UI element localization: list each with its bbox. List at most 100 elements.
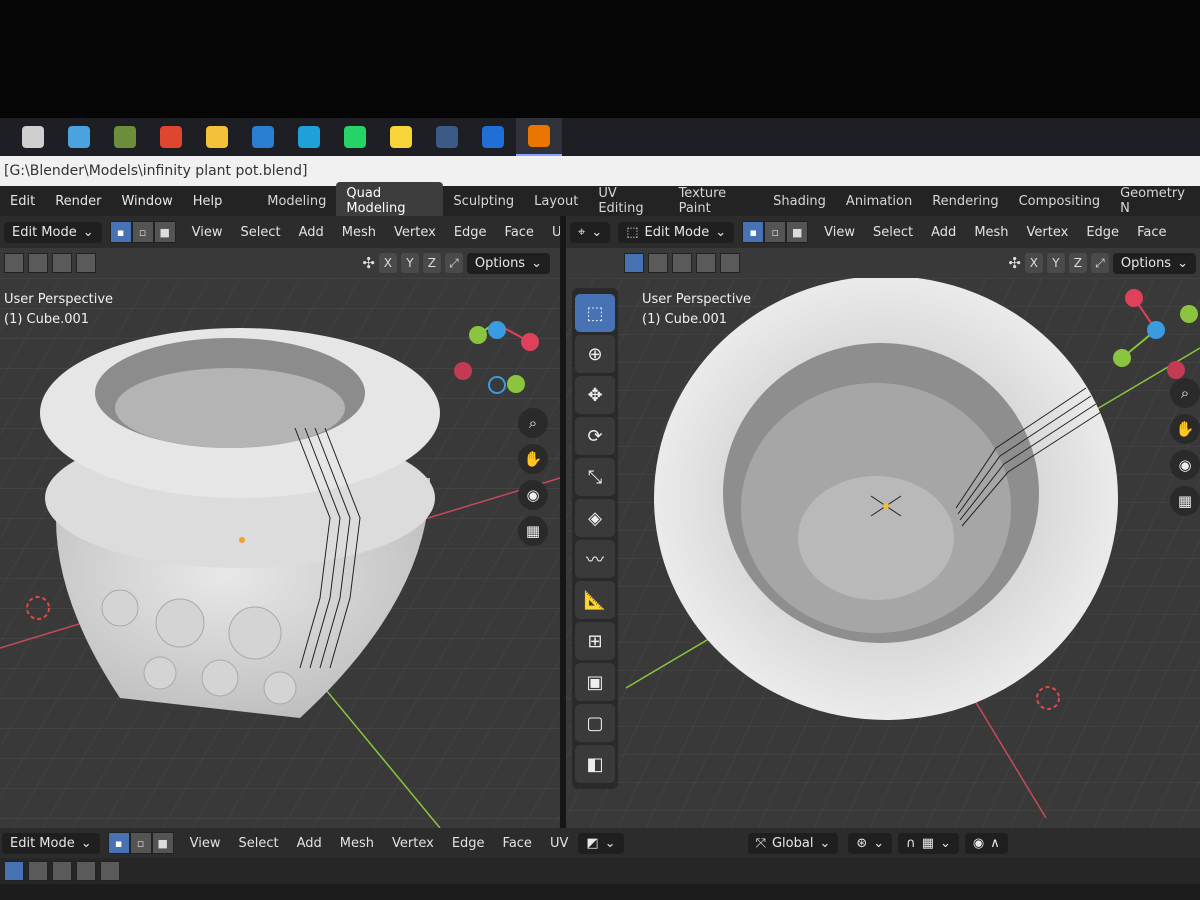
menu-window[interactable]: Window bbox=[111, 194, 182, 209]
right-menu-view[interactable]: View bbox=[816, 225, 863, 240]
tab-animation[interactable]: Animation bbox=[836, 190, 922, 213]
select-subtract-icon[interactable] bbox=[52, 861, 72, 881]
left-menu-uv[interactable]: U bbox=[544, 225, 560, 240]
mirror-z-button[interactable]: Z bbox=[422, 253, 441, 273]
select-intersect-icon[interactable] bbox=[720, 253, 740, 273]
edge-icon[interactable] bbox=[286, 118, 332, 156]
tab-texture-paint[interactable]: Texture Paint bbox=[669, 182, 764, 220]
computer-icon[interactable] bbox=[56, 118, 102, 156]
right-menu-vertex[interactable]: Vertex bbox=[1019, 225, 1077, 240]
task-view-icon[interactable] bbox=[10, 118, 56, 156]
mirror-z-button[interactable]: Z bbox=[1068, 253, 1087, 273]
face-select-icon[interactable]: ■ bbox=[151, 832, 174, 854]
tab-quad-modeling[interactable]: Quad Modeling bbox=[336, 182, 444, 220]
select-extend-icon[interactable] bbox=[28, 861, 48, 881]
select-extend-icon[interactable] bbox=[28, 253, 48, 273]
camera-icon[interactable]: ◉ bbox=[1170, 450, 1200, 480]
tab-rendering[interactable]: Rendering bbox=[922, 190, 1008, 213]
right-options-dropdown[interactable]: Options ⌄ bbox=[1112, 252, 1196, 274]
bottom-menu-view[interactable]: View bbox=[182, 836, 229, 851]
zoom-icon[interactable]: ⌕ bbox=[518, 408, 548, 438]
snap-dropdown[interactable]: ∩ ▦ ⌄ bbox=[898, 832, 959, 854]
select-new-icon[interactable] bbox=[624, 253, 644, 273]
mail-icon[interactable] bbox=[240, 118, 286, 156]
bottom-menu-mesh[interactable]: Mesh bbox=[332, 836, 382, 851]
right-menu-edge[interactable]: Edge bbox=[1078, 225, 1127, 240]
zoom-icon[interactable]: ⌕ bbox=[1170, 378, 1200, 408]
inset-icon[interactable]: ▢ bbox=[575, 704, 615, 742]
add-cube-icon[interactable]: ⊞ bbox=[575, 622, 615, 660]
proportional-edit-dropdown[interactable]: ◉ ∧ bbox=[964, 832, 1008, 854]
bottom-menu-uv[interactable]: UV bbox=[542, 836, 576, 851]
measure-icon[interactable]: 📐 bbox=[575, 581, 615, 619]
left-menu-select[interactable]: Select bbox=[233, 225, 289, 240]
auto-merge-icon[interactable]: ⤢ bbox=[444, 253, 463, 273]
mirror-icon[interactable]: ✣ bbox=[362, 254, 375, 272]
select-extend-icon[interactable] bbox=[648, 253, 668, 273]
select-intersect-icon[interactable] bbox=[100, 861, 120, 881]
edge-select-icon[interactable]: ▫ bbox=[131, 221, 154, 243]
tab-modeling[interactable]: Modeling bbox=[257, 190, 336, 213]
blender-icon[interactable] bbox=[516, 118, 562, 156]
right-menu-face[interactable]: Face bbox=[1129, 225, 1174, 240]
uv-sync-dropdown[interactable]: ◩ ⌄ bbox=[578, 832, 624, 854]
bottom-mode-dropdown[interactable]: Edit Mode ⌄ bbox=[2, 832, 100, 854]
bevel-icon[interactable]: ◧ bbox=[575, 745, 615, 783]
bottom-menu-edge[interactable]: Edge bbox=[444, 836, 493, 851]
select-difference-icon[interactable] bbox=[76, 861, 96, 881]
tab-layout[interactable]: Layout bbox=[524, 190, 588, 213]
right-menu-select[interactable]: Select bbox=[865, 225, 921, 240]
face-select-icon[interactable]: ■ bbox=[153, 221, 176, 243]
auto-merge-icon[interactable]: ⤢ bbox=[1090, 253, 1109, 273]
transform-icon[interactable]: ◈ bbox=[575, 499, 615, 537]
annotate-icon[interactable]: 〰 bbox=[575, 540, 615, 578]
left-menu-face[interactable]: Face bbox=[497, 225, 542, 240]
sticky-notes-icon[interactable] bbox=[378, 118, 424, 156]
scale-icon[interactable]: ⤡ bbox=[575, 458, 615, 496]
vertex-select-icon[interactable]: ▪ bbox=[107, 832, 130, 854]
left-menu-view[interactable]: View bbox=[184, 225, 231, 240]
menu-edit[interactable]: Edit bbox=[0, 194, 45, 209]
rotate-icon[interactable]: ⟳ bbox=[575, 417, 615, 455]
tab-geometry-nodes[interactable]: Geometry N bbox=[1110, 182, 1200, 220]
tab-compositing[interactable]: Compositing bbox=[1009, 190, 1111, 213]
file-explorer-icon[interactable] bbox=[194, 118, 240, 156]
left-menu-mesh[interactable]: Mesh bbox=[334, 225, 384, 240]
mirror-y-button[interactable]: Y bbox=[400, 253, 419, 273]
hand-pan-icon[interactable]: ✋ bbox=[518, 444, 548, 474]
transform-orientation-dropdown[interactable]: ⤧ Global ⌄ bbox=[747, 832, 839, 854]
left-menu-edge[interactable]: Edge bbox=[446, 225, 495, 240]
cursor-icon[interactable]: ⊕ bbox=[575, 335, 615, 373]
left-3d-viewport[interactable]: Edit Mode ⌄ ▪ ▫ ■ View Select Add Mesh V… bbox=[0, 216, 560, 828]
bottom-menu-select[interactable]: Select bbox=[231, 836, 287, 851]
left-mode-dropdown[interactable]: Edit Mode ⌄ bbox=[4, 221, 102, 243]
left-menu-vertex[interactable]: Vertex bbox=[386, 225, 444, 240]
vertex-select-icon[interactable]: ▪ bbox=[109, 221, 132, 243]
left-options-dropdown[interactable]: Options ⌄ bbox=[466, 252, 550, 274]
left-viewport-canvas[interactable]: User Perspective (1) Cube.001 ⌕ ✋ ◉ ▦ bbox=[0, 278, 560, 828]
mirror-y-button[interactable]: Y bbox=[1046, 253, 1065, 273]
edge-select-icon[interactable]: ▫ bbox=[129, 832, 152, 854]
menu-render[interactable]: Render bbox=[45, 194, 111, 209]
menu-help[interactable]: Help bbox=[183, 194, 233, 209]
editor-type-dropdown[interactable]: ⌖ ⌄ bbox=[570, 221, 611, 243]
chrome-icon[interactable] bbox=[148, 118, 194, 156]
pivot-dropdown[interactable]: ⊛ ⌄ bbox=[848, 832, 893, 854]
mirror-x-button[interactable]: X bbox=[1024, 253, 1043, 273]
bottom-menu-vertex[interactable]: Vertex bbox=[384, 836, 442, 851]
select-new-icon[interactable] bbox=[4, 253, 24, 273]
grid-perspective-icon[interactable]: ▦ bbox=[1170, 486, 1200, 516]
bottom-menu-add[interactable]: Add bbox=[289, 836, 330, 851]
tab-sculpting[interactable]: Sculpting bbox=[443, 190, 524, 213]
edge-select-icon[interactable]: ▫ bbox=[764, 221, 787, 243]
whatsapp-icon[interactable] bbox=[332, 118, 378, 156]
minecraft-icon[interactable] bbox=[102, 118, 148, 156]
mirror-icon[interactable]: ✣ bbox=[1008, 254, 1021, 272]
select-new-icon[interactable] bbox=[4, 861, 24, 881]
right-menu-mesh[interactable]: Mesh bbox=[966, 225, 1016, 240]
right-viewport-canvas[interactable]: ⬚ ⊕ ✥ ⟳ ⤡ ◈ 〰 📐 ⊞ ▣ ▢ ◧ User Perspective… bbox=[566, 276, 1200, 828]
mirror-x-button[interactable]: X bbox=[378, 253, 397, 273]
hand-pan-icon[interactable]: ✋ bbox=[1170, 414, 1200, 444]
steam-icon[interactable] bbox=[424, 118, 470, 156]
face-select-icon[interactable]: ■ bbox=[786, 221, 809, 243]
